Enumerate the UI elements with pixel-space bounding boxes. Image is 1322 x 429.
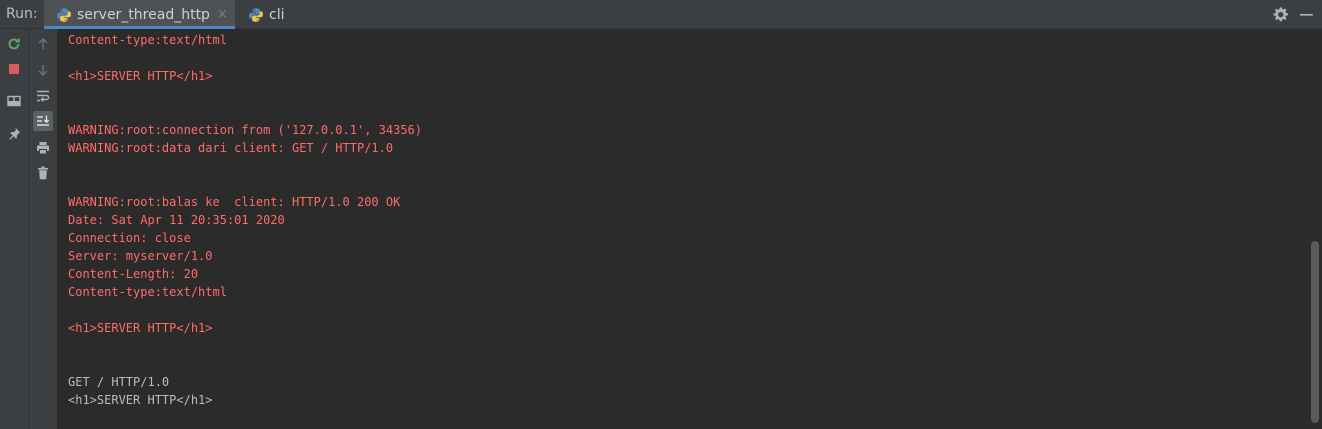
previous-occurrence-button[interactable]	[33, 34, 53, 54]
console-line: WARNING:root:connection from ('127.0.0.1…	[68, 123, 423, 137]
soft-wrap-icon	[37, 90, 50, 103]
gear-icon	[1273, 7, 1288, 22]
restore-layout-button[interactable]	[4, 91, 24, 111]
next-occurrence-button[interactable]	[33, 60, 53, 80]
console-line: Connection: close	[68, 231, 191, 245]
run-label: Run:	[6, 6, 38, 22]
python-icon	[249, 7, 263, 22]
soft-wrap-button[interactable]	[33, 86, 53, 106]
print-icon	[37, 142, 49, 155]
console-line: Content-Length: 20	[68, 267, 199, 281]
layout-icon	[7, 95, 21, 107]
tab-cli[interactable]: cli	[236, 0, 316, 29]
console-scrollbar[interactable]	[1308, 29, 1322, 429]
pin-icon	[9, 127, 21, 140]
console-line: GET / HTTP/1.0	[68, 375, 170, 389]
run-header: Run: server_thread_http × cli	[0, 0, 1322, 29]
console-line: WARNING:root:balas ke client: HTTP/1.0 2…	[68, 195, 401, 209]
scroll-thumb[interactable]	[1311, 241, 1319, 423]
hide-button[interactable]	[1298, 6, 1315, 23]
run-tool-window: Run: server_thread_http × cli Content-ty…	[0, 0, 1322, 429]
tab-label: cli	[269, 6, 285, 23]
scroll-to-end-icon	[37, 115, 50, 126]
print-button[interactable]	[33, 138, 53, 158]
rerun-icon	[8, 37, 20, 50]
console-output[interactable]: Content-type:text/html <h1>SERVER HTTP</h…	[58, 29, 1308, 429]
console-line: <h1>SERVER HTTP</h1>	[68, 69, 213, 83]
scroll-to-end-button[interactable]	[33, 111, 53, 131]
close-icon[interactable]: ×	[217, 7, 228, 22]
rerun-button[interactable]	[4, 34, 24, 54]
tab-server-thread-http[interactable]: server_thread_http ×	[44, 0, 235, 29]
console-lines: Content-type:text/html <h1>SERVER HTTP</h…	[68, 31, 422, 409]
stop-button[interactable]	[4, 59, 24, 79]
arrow-up-icon	[38, 37, 48, 49]
minimize-icon	[1300, 13, 1313, 16]
console-actions-toolbar	[29, 29, 58, 429]
console-line: Content-type:text/html	[68, 285, 227, 299]
stop-icon	[9, 64, 19, 74]
console-line: WARNING:root:data dari client: GET / HTT…	[68, 141, 394, 155]
python-icon	[57, 7, 71, 22]
run-actions-toolbar	[0, 29, 29, 429]
console-line: Server: myserver/1.0	[68, 249, 213, 263]
console-line: Date: Sat Apr 11 20:35:01 2020	[68, 213, 285, 227]
settings-button[interactable]	[1272, 6, 1289, 23]
tab-label: server_thread_http	[77, 6, 210, 23]
clear-all-button[interactable]	[33, 163, 53, 183]
console-line: Content-type:text/html	[68, 33, 227, 47]
pin-tab-button[interactable]	[4, 124, 24, 144]
arrow-down-icon	[38, 65, 48, 77]
console-line: <h1>SERVER HTTP</h1>	[68, 321, 213, 335]
console-line: <h1>SERVER HTTP</h1>	[68, 393, 213, 407]
trash-icon	[38, 166, 48, 180]
